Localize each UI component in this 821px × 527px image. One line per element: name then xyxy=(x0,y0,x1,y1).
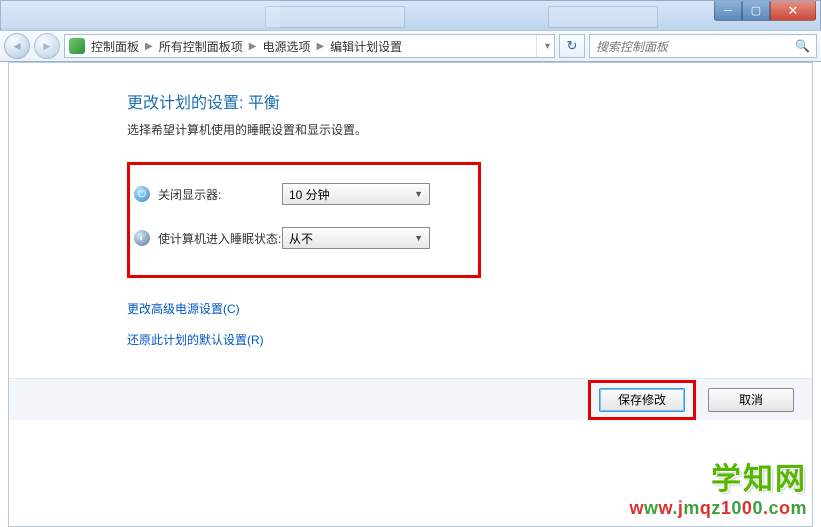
arrow-right-icon: ► xyxy=(41,39,53,53)
save-button[interactable]: 保存修改 xyxy=(599,388,685,412)
footer-bar: 保存修改 取消 xyxy=(9,378,812,420)
display-off-dropdown[interactable]: 10 分钟 ▼ xyxy=(282,183,430,205)
search-input[interactable]: 搜索控制面板 🔍 xyxy=(589,34,817,58)
titlebar-decoration xyxy=(0,0,280,28)
breadcrumb-item[interactable]: 编辑计划设置 xyxy=(330,38,402,55)
title-bar: ─ ▢ ✕ xyxy=(0,0,821,30)
breadcrumb-item[interactable]: 控制面板 xyxy=(91,38,139,55)
breadcrumb-item[interactable]: 所有控制面板项 xyxy=(159,38,243,55)
close-button[interactable]: ✕ xyxy=(770,1,816,21)
background-window-ghost xyxy=(548,6,658,28)
search-icon: 🔍 xyxy=(795,39,810,53)
moon-icon: ◐ xyxy=(134,230,150,246)
page-subtitle: 选择希望计算机使用的睡眠设置和显示设置。 xyxy=(127,121,804,138)
chevron-down-icon: ▼ xyxy=(414,233,423,243)
highlight-annotation: ⏻ 关闭显示器: 10 分钟 ▼ ◐ 使计算机进入睡眠状态: 从不 ▼ xyxy=(127,162,481,278)
address-dropdown-button[interactable]: ▾ xyxy=(536,35,550,57)
highlight-annotation: 保存修改 xyxy=(588,380,696,420)
maximize-button[interactable]: ▢ xyxy=(742,1,770,21)
setting-label: 关闭显示器: xyxy=(158,186,282,203)
chevron-right-icon: ▶ xyxy=(139,41,159,52)
refresh-button[interactable]: ↻ xyxy=(559,34,585,58)
background-window-ghost xyxy=(265,6,405,28)
monitor-icon: ⏻ xyxy=(134,186,150,202)
setting-row-sleep: ◐ 使计算机进入睡眠状态: 从不 ▼ xyxy=(134,227,466,249)
chevron-right-icon: ▶ xyxy=(310,41,330,52)
breadcrumb-item[interactable]: 电源选项 xyxy=(262,38,310,55)
cancel-button[interactable]: 取消 xyxy=(708,388,794,412)
watermark-title: 学知网 xyxy=(629,454,807,498)
forward-button[interactable]: ► xyxy=(34,33,60,59)
nav-toolbar: ◄ ► 控制面板 ▶ 所有控制面板项 ▶ 电源选项 ▶ 编辑计划设置 ▾ ↻ 搜… xyxy=(0,30,821,62)
watermark: 学知网 www.jmqz1000.com xyxy=(629,454,807,519)
chevron-down-icon: ▼ xyxy=(414,189,423,199)
setting-row-display-off: ⏻ 关闭显示器: 10 分钟 ▼ xyxy=(134,183,466,205)
back-button[interactable]: ◄ xyxy=(4,33,30,59)
minimize-button[interactable]: ─ xyxy=(714,1,742,21)
page-title: 更改计划的设置: 平衡 xyxy=(127,89,804,113)
arrow-left-icon: ◄ xyxy=(11,39,23,53)
control-panel-icon xyxy=(69,38,85,54)
setting-label: 使计算机进入睡眠状态: xyxy=(158,230,282,247)
dropdown-value: 10 分钟 xyxy=(289,186,330,203)
address-bar[interactable]: 控制面板 ▶ 所有控制面板项 ▶ 电源选项 ▶ 编辑计划设置 ▾ xyxy=(64,34,555,58)
chevron-right-icon: ▶ xyxy=(243,41,263,52)
watermark-url: www.jmqz1000.com xyxy=(629,498,807,519)
advanced-settings-link[interactable]: 更改高级电源设置(C) xyxy=(127,300,804,317)
refresh-icon: ↻ xyxy=(567,38,578,54)
restore-defaults-link[interactable]: 还原此计划的默认设置(R) xyxy=(127,331,804,348)
dropdown-value: 从不 xyxy=(289,230,313,247)
sleep-dropdown[interactable]: 从不 ▼ xyxy=(282,227,430,249)
search-placeholder: 搜索控制面板 xyxy=(596,38,668,55)
